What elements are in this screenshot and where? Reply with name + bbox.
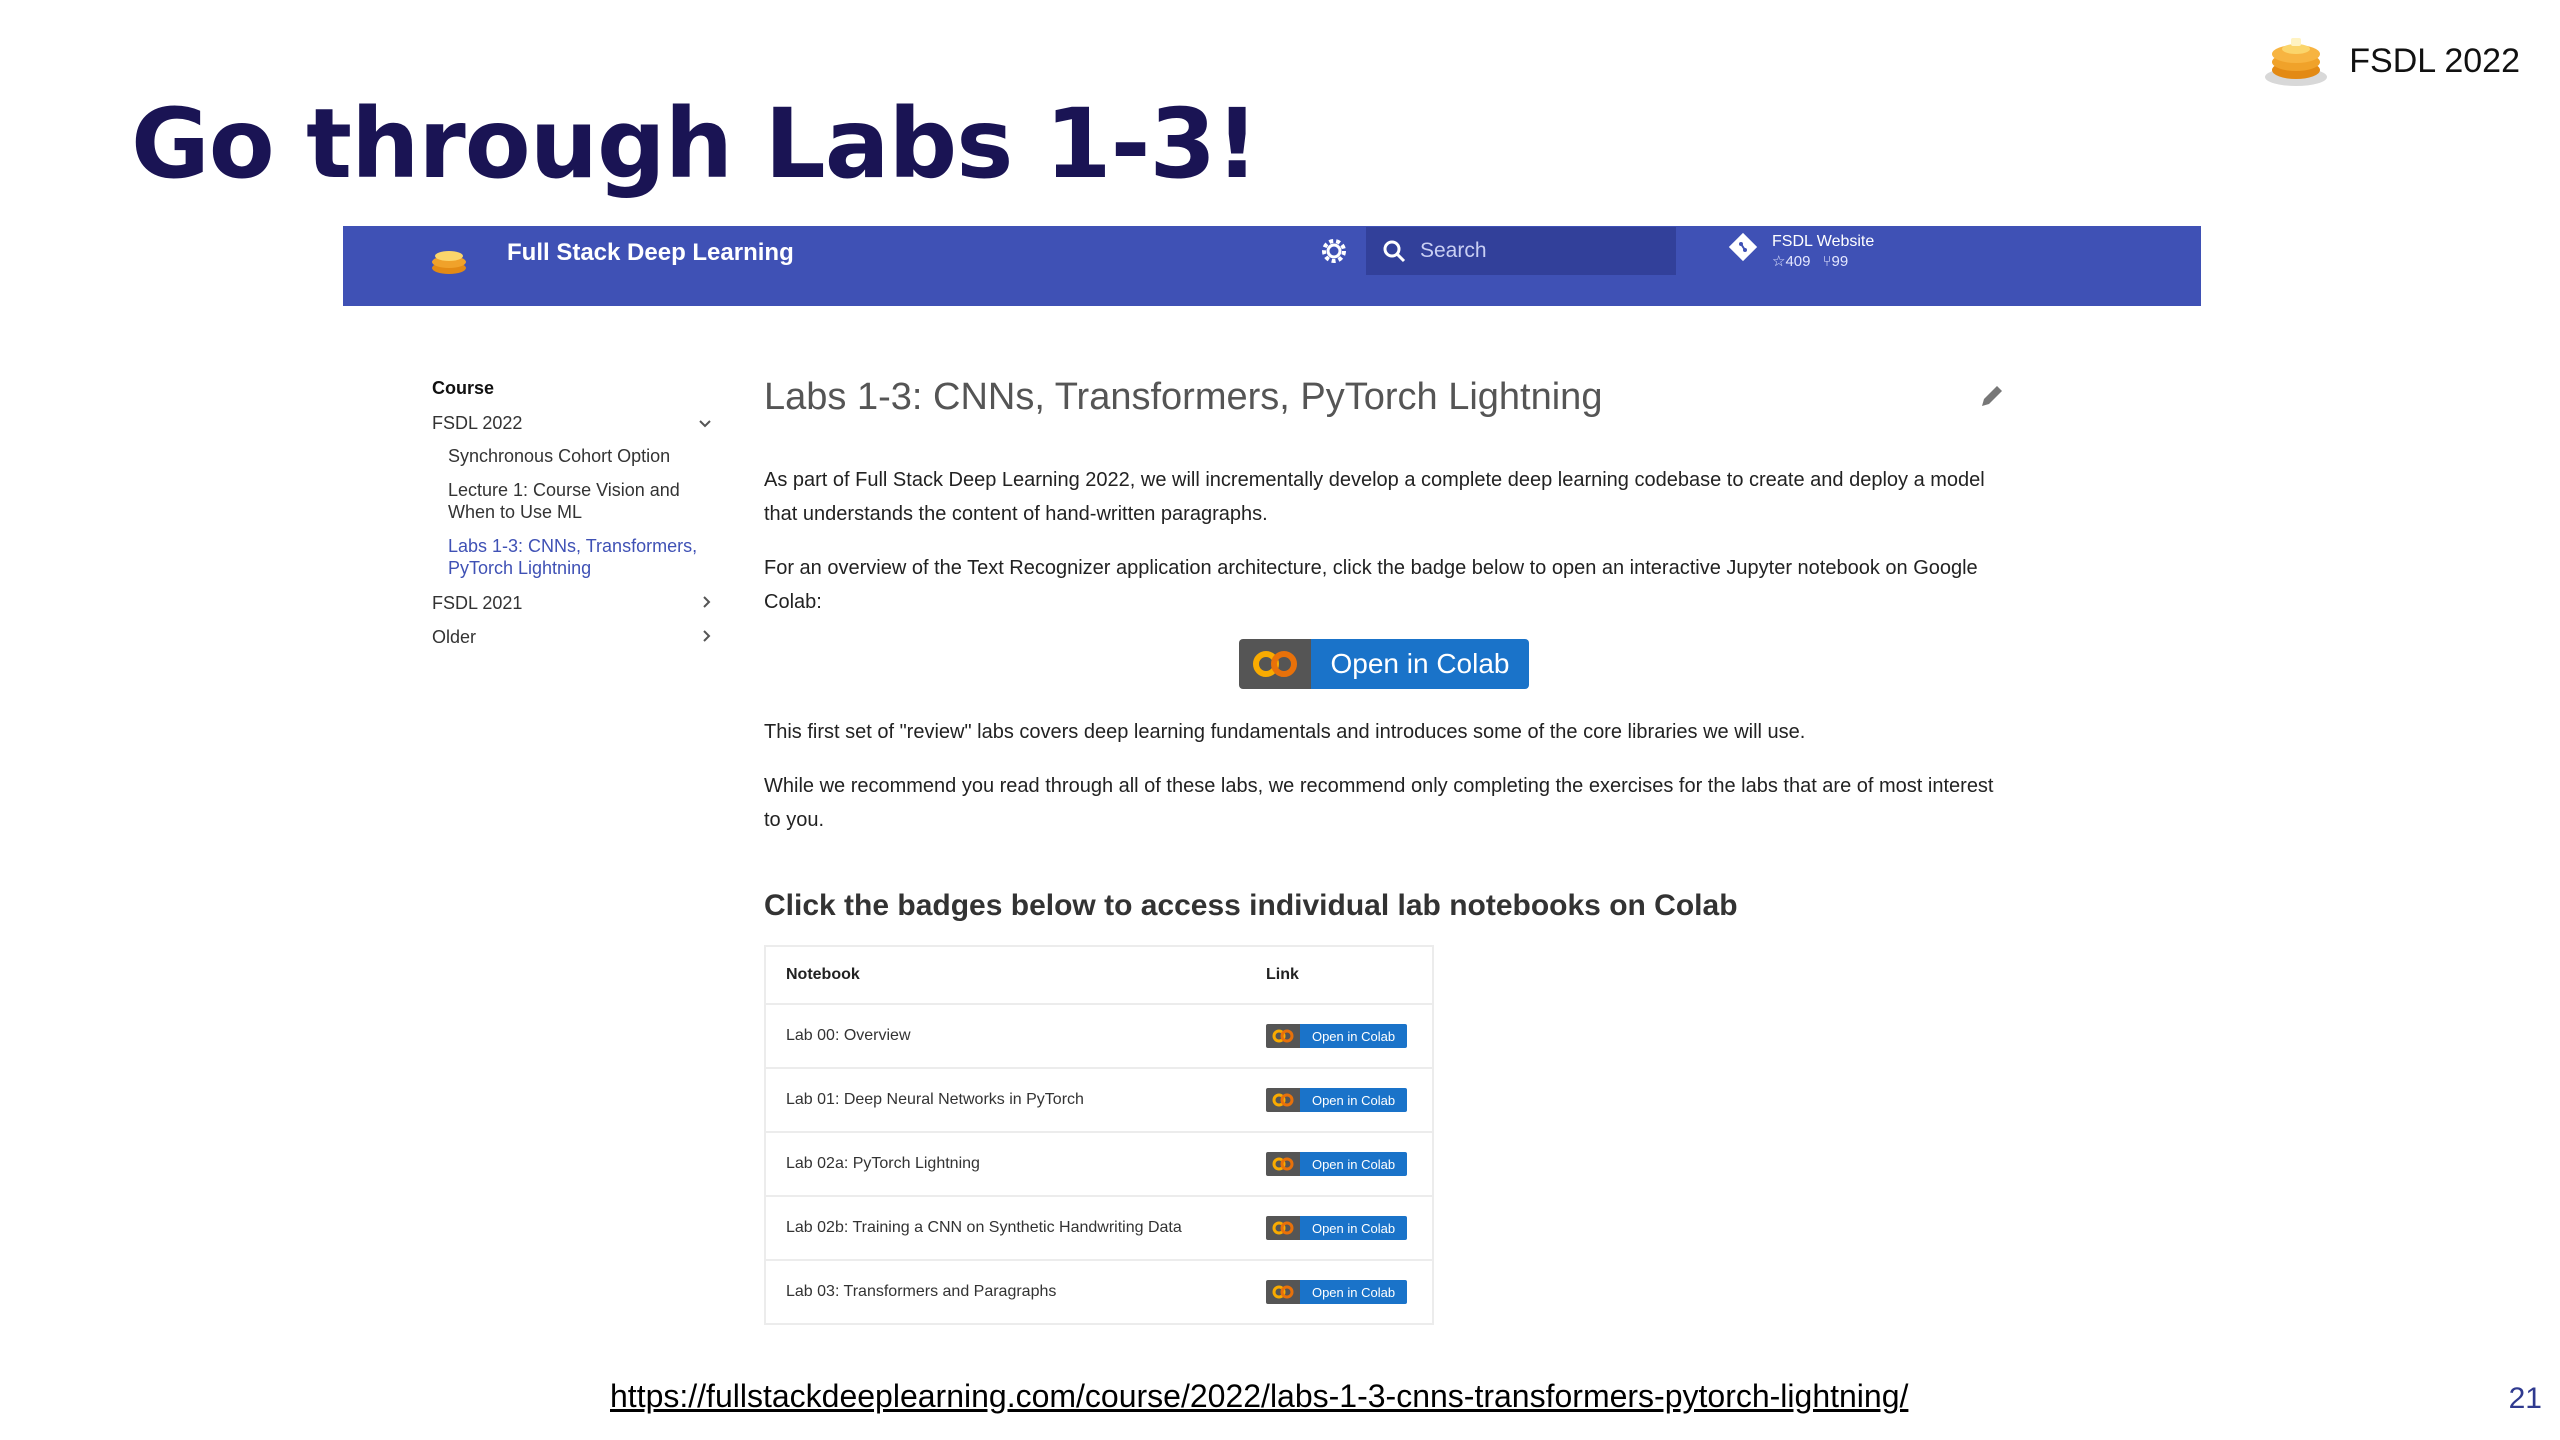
colab-button-label: Open in Colab <box>1311 639 1529 689</box>
colab-logo-icon <box>1266 1280 1301 1304</box>
page-number: 21 <box>2508 1382 2542 1415</box>
review-labs-paragraph: This first set of "review" labs covers d… <box>764 721 1806 743</box>
recommendation-paragraph: While we recommend you read through all … <box>764 775 1994 831</box>
open-in-colab-button[interactable]: Open in Colab <box>1239 639 1529 689</box>
table-header-link: Link <box>1246 946 1433 1005</box>
sidebar-subitem-lecture-1[interactable]: Lecture 1: Course Vision and When to Use… <box>432 479 712 523</box>
search-input[interactable] <box>1420 227 1660 275</box>
badge-label: Open in Colab <box>1300 1088 1408 1112</box>
chevron-right-icon <box>702 627 712 648</box>
overview-paragraph: For an overview of the Text Recognizer a… <box>764 557 1978 613</box>
notebook-name: Lab 02b: Training a CNN on Synthetic Han… <box>765 1196 1247 1261</box>
pancake-logo-icon[interactable] <box>429 242 469 281</box>
brand-label: FSDL 2022 <box>2349 42 2520 80</box>
sidebar-heading: Course <box>432 378 495 398</box>
site-header: Full Stack Deep Learning FSDL Website <box>343 226 2201 306</box>
slide-title: Go through Labs 1-3! <box>131 88 1259 200</box>
table-row: Lab 01: Deep Neural Networks in PyTorch … <box>765 1068 1433 1133</box>
search-icon <box>1382 239 1406 268</box>
badge-label: Open in Colab <box>1300 1216 1408 1240</box>
notebook-name: Lab 00: Overview <box>765 1004 1247 1069</box>
table-row: Lab 02a: PyTorch Lightning Open in Colab <box>765 1132 1433 1197</box>
table-row: Lab 00: Overview Open in Colab <box>765 1004 1433 1069</box>
open-in-colab-badge[interactable]: Open in Colab <box>1266 1088 1408 1112</box>
table-row: Lab 02b: Training a CNN on Synthetic Han… <box>765 1196 1433 1261</box>
page-title: Labs 1-3: CNNs, Transformers, PyTorch Li… <box>764 376 1603 418</box>
badge-label: Open in Colab <box>1300 1024 1408 1048</box>
table-header-notebook: Notebook <box>765 946 1247 1005</box>
search-box[interactable] <box>1366 227 1676 275</box>
site-name[interactable]: Full Stack Deep Learning <box>507 239 794 267</box>
sidebar-subitem-labs-1-3[interactable]: Labs 1-3: CNNs, Transformers, PyTorch Li… <box>432 535 712 579</box>
sidebar-nav: Course FSDL 2022 Synchronous Cohort Opti… <box>432 378 712 659</box>
intro-paragraph: As part of Full Stack Deep Learning 2022… <box>764 469 1985 525</box>
sidebar-item-older[interactable]: Older <box>432 625 712 649</box>
source-url-link[interactable]: https://fullstackdeeplearning.com/course… <box>610 1378 1908 1415</box>
fork-icon: ⑂ <box>1822 253 1832 270</box>
slide-brand: FSDL 2022 <box>2263 30 2520 93</box>
colab-logo-icon <box>1266 1088 1301 1112</box>
section-heading: Click the badges below to access individ… <box>764 889 1738 922</box>
sidebar-item-label: FSDL 2021 <box>432 592 523 613</box>
main-content: Labs 1-3: CNNs, Transformers, PyTorch Li… <box>764 376 2004 1325</box>
badge-label: Open in Colab <box>1300 1152 1408 1176</box>
badge-label: Open in Colab <box>1300 1280 1408 1304</box>
repo-stars: 409 <box>1785 253 1811 270</box>
notebook-name: Lab 03: Transformers and Paragraphs <box>765 1260 1247 1325</box>
pencil-edit-icon[interactable] <box>1978 382 2006 415</box>
open-in-colab-badge[interactable]: Open in Colab <box>1266 1152 1408 1176</box>
notebook-table: Notebook Link Lab 00: Overview Open in C… <box>764 945 1434 1325</box>
sidebar-subitem-synchronous-cohort[interactable]: Synchronous Cohort Option <box>432 445 712 467</box>
repo-title: FSDL Website <box>1772 233 1875 250</box>
repo-forks: 99 <box>1831 253 1849 270</box>
star-icon: ☆ <box>1772 253 1786 270</box>
table-row: Lab 03: Transformers and Paragraphs Open… <box>765 1260 1433 1325</box>
chevron-right-icon <box>702 593 712 614</box>
colab-logo-icon <box>1239 639 1311 689</box>
chevron-down-icon <box>698 413 712 434</box>
notebook-name: Lab 01: Deep Neural Networks in PyTorch <box>765 1068 1247 1133</box>
colab-logo-icon <box>1266 1152 1301 1176</box>
open-in-colab-badge[interactable]: Open in Colab <box>1266 1216 1408 1240</box>
git-icon <box>1728 232 1758 267</box>
pancake-logo-icon <box>2263 30 2329 93</box>
repo-link[interactable]: FSDL Website ☆409 ⑂99 <box>1728 232 1874 272</box>
sidebar-item-label: FSDL 2022 <box>432 412 523 433</box>
open-in-colab-badge[interactable]: Open in Colab <box>1266 1024 1408 1048</box>
colab-logo-icon <box>1266 1024 1301 1048</box>
notebook-name: Lab 02a: PyTorch Lightning <box>765 1132 1247 1197</box>
open-in-colab-badge[interactable]: Open in Colab <box>1266 1280 1408 1304</box>
sidebar-item-label: Older <box>432 626 477 647</box>
colab-logo-icon <box>1266 1216 1301 1240</box>
gear-icon[interactable] <box>1319 236 1349 271</box>
sidebar-item-fsdl-2021[interactable]: FSDL 2021 <box>432 591 712 615</box>
sidebar-item-fsdl-2022[interactable]: FSDL 2022 <box>432 411 712 435</box>
